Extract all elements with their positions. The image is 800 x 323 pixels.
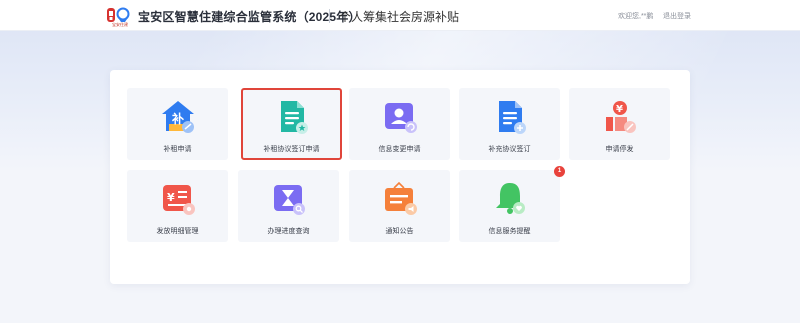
site-title: 宝安区智慧住建综合监管系统（2025年）: [138, 10, 361, 24]
tile-label: 补充协议签订: [488, 146, 531, 153]
logout-link[interactable]: 退出登录: [663, 11, 691, 21]
tile-info-change-apply[interactable]: 信息变更申请: [349, 88, 450, 160]
notice-board-icon: [384, 181, 417, 215]
tile-rent-subsidy-apply[interactable]: 补 补租申请: [127, 88, 228, 160]
logo-caption: 宝安住建: [112, 22, 128, 27]
tile-agreement-sign-apply[interactable]: 补租协议签订申请: [241, 88, 342, 160]
money-list-icon: ¥: [162, 185, 195, 215]
tile-notice[interactable]: 通知公告: [349, 170, 450, 242]
tile-label: 发放明细管理: [156, 228, 199, 235]
tile-label: 办理进度查询: [267, 228, 310, 235]
tile-stop-payment-apply[interactable]: ¥ 申请停发: [569, 88, 670, 160]
header-divider: [329, 9, 330, 23]
tile-label: 信息变更申请: [378, 146, 421, 153]
hourglass-search-icon: [273, 185, 305, 215]
house-coin-icon: 补: [161, 101, 194, 133]
document-star-icon: [280, 101, 308, 134]
service-panel: 补 补租申请 补租协议签订申请 信息变更申请 补充协议签订 ¥ 申请停发 ¥ 发…: [110, 70, 690, 284]
tile-supplement-agreement[interactable]: 补充协议签订: [459, 88, 560, 160]
svg-text:¥: ¥: [616, 104, 623, 115]
svg-text:补: 补: [171, 111, 184, 126]
tile-service-reminder[interactable]: 信息服务提醒: [459, 170, 560, 242]
svg-text:¥: ¥: [167, 191, 175, 204]
money-stop-icon: ¥: [605, 101, 636, 133]
tile-label: 信息服务提醒: [488, 228, 531, 235]
tile-label: 补租协议签订申请: [263, 146, 320, 153]
tile-label: 申请停发: [605, 146, 634, 153]
document-plus-icon: [498, 101, 526, 134]
welcome-text: 欢迎您,**鹏: [618, 13, 654, 20]
user-refresh-icon: [384, 103, 417, 133]
tile-payment-detail-manage[interactable]: ¥ 发放明细管理: [127, 170, 228, 242]
notification-badge: 1: [554, 166, 565, 177]
tile-progress-query[interactable]: 办理进度查询: [238, 170, 339, 242]
top-header: 宝安住建 宝安区智慧住建综合监管系统（2025年） 个人筹集社会房源补贴 欢迎您…: [0, 0, 800, 31]
bell-heart-icon: [495, 183, 525, 214]
tile-label: 补租申请: [163, 146, 192, 153]
page-subtitle: 个人筹集社会房源补贴: [339, 10, 460, 24]
tile-label: 通知公告: [385, 228, 414, 235]
